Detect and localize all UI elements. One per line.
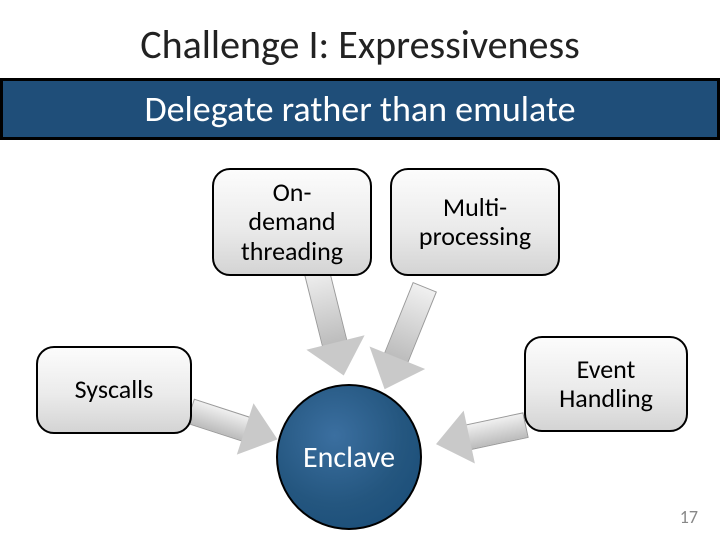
slide-title: Challenge I: Expressiveness <box>0 20 720 69</box>
banner-text: Delegate rather than emulate <box>144 87 575 131</box>
slide: Challenge I: Expressiveness Delegate rat… <box>0 0 720 540</box>
node-label: Multi-processing <box>419 193 531 251</box>
node-label: Enclave <box>303 439 395 476</box>
node-label: On-demandthreading <box>241 178 343 265</box>
node-on-demand-threading: On-demandthreading <box>212 168 372 276</box>
node-label: Syscalls <box>75 375 154 404</box>
node-enclave: Enclave <box>276 384 422 530</box>
banner-strip: Delegate rather than emulate <box>0 78 720 140</box>
arrow-multiprocessing-to-enclave <box>357 276 454 400</box>
node-syscalls: Syscalls <box>36 346 192 434</box>
node-event-handling: EventHandling <box>524 336 688 432</box>
page-number: 17 <box>680 506 698 528</box>
node-multiprocessing: Multi-processing <box>390 168 560 276</box>
node-label: EventHandling <box>559 355 653 413</box>
arrow-threading-to-enclave <box>288 261 373 382</box>
arrow-event-to-enclave <box>423 399 532 473</box>
